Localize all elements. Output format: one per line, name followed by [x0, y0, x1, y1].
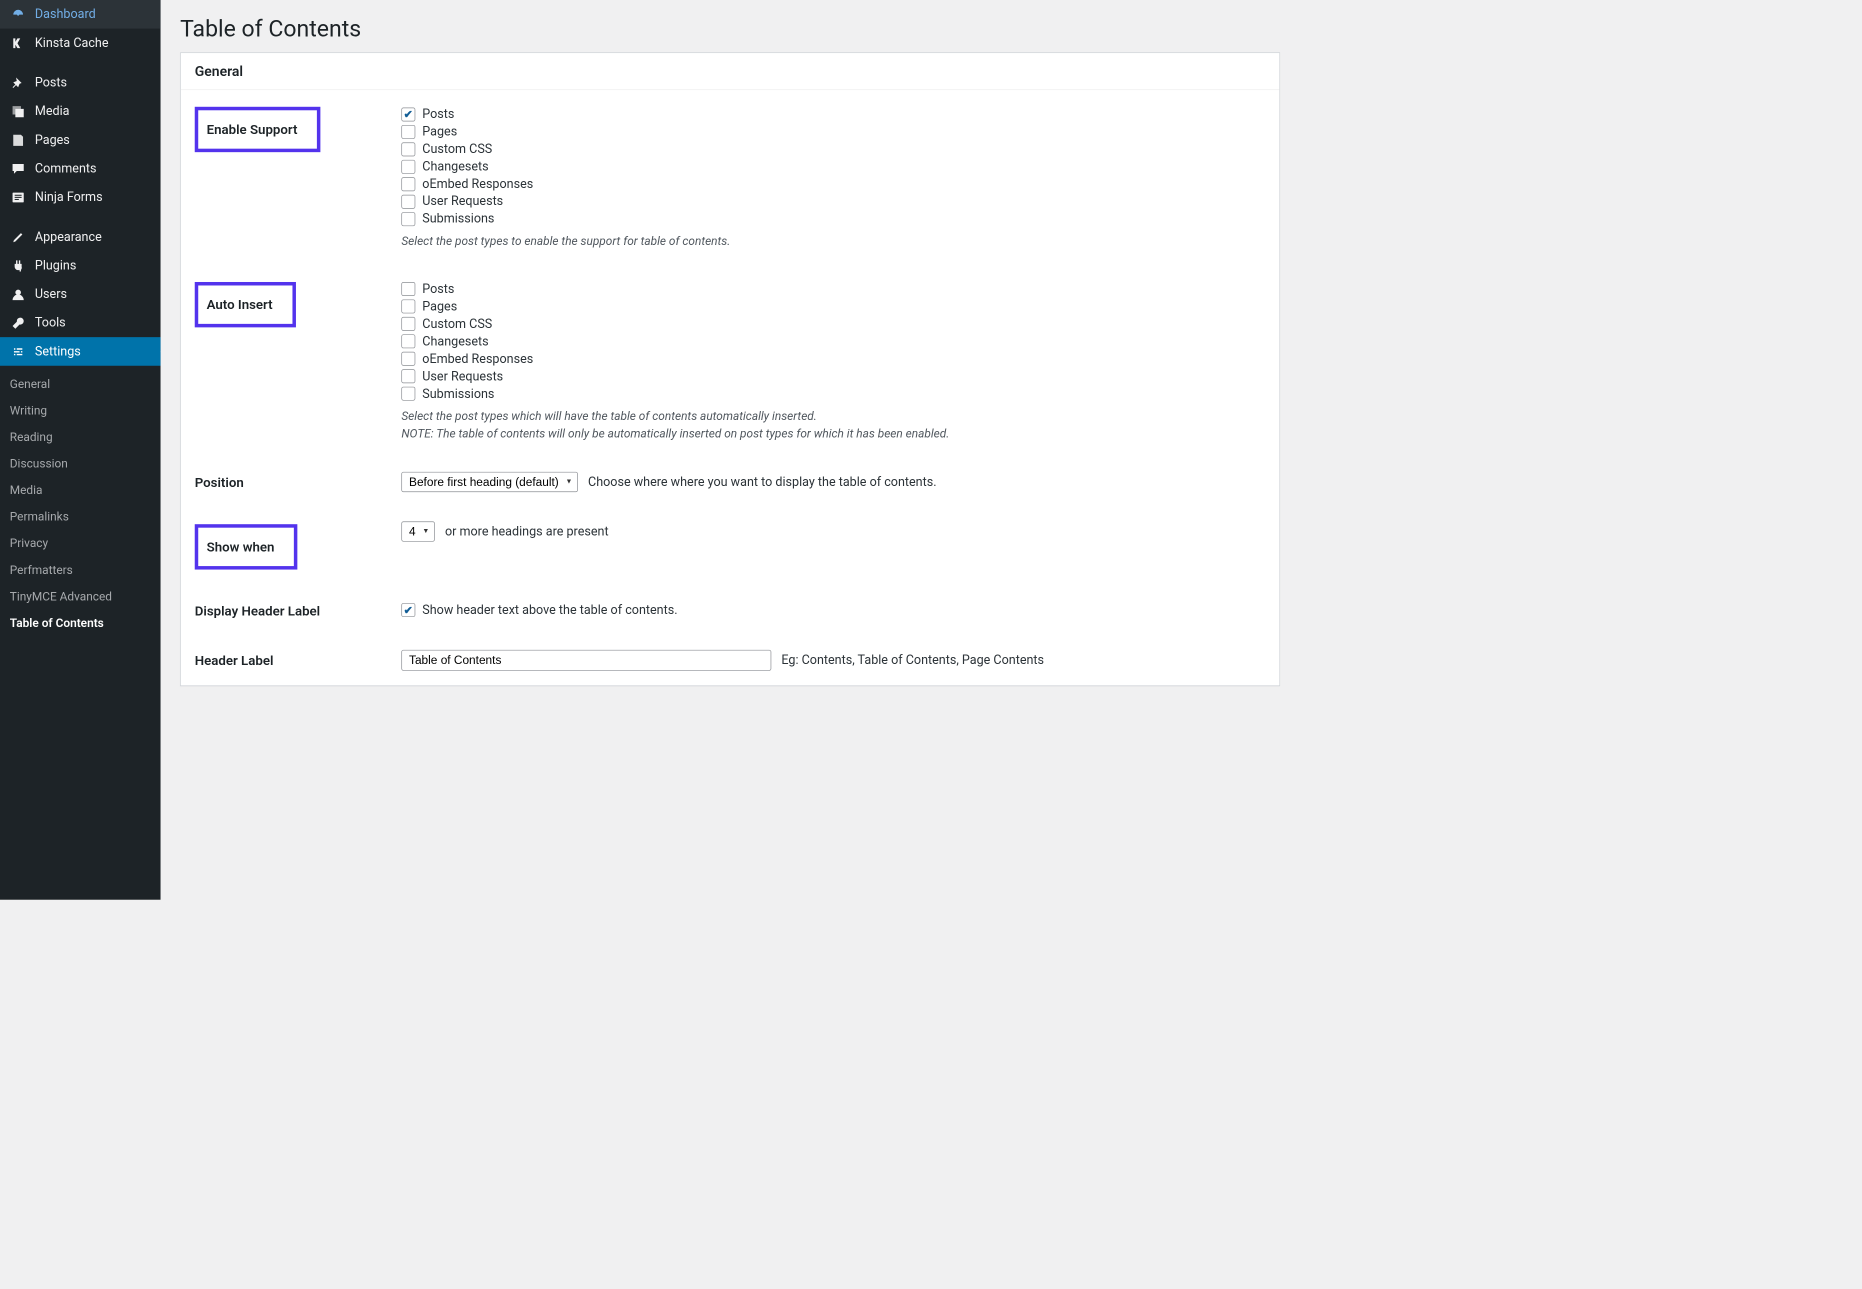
dashboard-icon: [10, 7, 27, 21]
plugins-icon: [10, 259, 27, 273]
auto-insert-checkbox-custom-css[interactable]: [401, 317, 415, 331]
enable-support-label-changesets: Changesets: [422, 159, 488, 174]
auto-insert-label: Auto Insert: [195, 282, 296, 327]
auto-insert-label-pages: Pages: [422, 299, 457, 314]
auto-insert-label-posts: Posts: [422, 282, 454, 297]
nav-item-kinsta-cache[interactable]: Kinsta Cache: [0, 29, 161, 58]
show-when-label: Show when: [195, 524, 298, 569]
auto-insert-label-oembed-responses: oEmbed Responses: [422, 351, 533, 366]
admin-sidebar: DashboardKinsta CachePostsMediaPagesComm…: [0, 0, 161, 900]
display-header-label-label: Display Header Label: [195, 603, 320, 619]
auto-insert-checkbox-changesets[interactable]: [401, 334, 415, 348]
auto-insert-label-custom-css: Custom CSS: [422, 317, 492, 332]
enable-support-label-user-requests: User Requests: [422, 194, 503, 209]
nav-item-plugins[interactable]: Plugins: [0, 251, 161, 280]
sub-item-writing[interactable]: Writing: [0, 398, 161, 425]
enable-support-label: Enable Support: [195, 107, 321, 152]
nav-item-tools[interactable]: Tools: [0, 309, 161, 338]
users-icon: [10, 287, 27, 301]
position-hint: Choose where where you want to display t…: [588, 474, 936, 489]
enable-support-label-posts: Posts: [422, 107, 454, 122]
auto-insert-checkbox-oembed-responses[interactable]: [401, 352, 415, 366]
sub-item-tinymce-advanced[interactable]: TinyMCE Advanced: [0, 584, 161, 611]
forms-icon: [10, 190, 27, 204]
sub-item-general[interactable]: General: [0, 371, 161, 398]
main-content: Table of Contents General Enable Support…: [161, 0, 1300, 900]
nav-item-ninja-forms[interactable]: Ninja Forms: [0, 183, 161, 212]
sub-item-privacy[interactable]: Privacy: [0, 530, 161, 557]
enable-support-checkbox-oembed-responses[interactable]: [401, 177, 415, 191]
auto-insert-checkbox-posts[interactable]: [401, 282, 415, 296]
enable-support-checkbox-user-requests[interactable]: [401, 194, 415, 208]
enable-support-checkbox-custom-css[interactable]: [401, 142, 415, 156]
comments-icon: [10, 162, 27, 176]
auto-insert-label-user-requests: User Requests: [422, 369, 503, 384]
position-label: Position: [195, 474, 244, 490]
settings-panel: General Enable Support Posts Pages Custom …: [180, 52, 1280, 685]
nav-item-pages[interactable]: Pages: [0, 126, 161, 155]
display-header-text: Show header text above the table of cont…: [422, 603, 677, 618]
header-label-eg: Eg: Contents, Table of Contents, Page Co…: [781, 652, 1044, 667]
auto-insert-desc: Select the post types which will have th…: [401, 408, 1268, 444]
enable-support-checkbox-posts[interactable]: [401, 107, 415, 121]
auto-insert-label-changesets: Changesets: [422, 334, 488, 349]
sub-item-reading[interactable]: Reading: [0, 424, 161, 451]
nav-item-appearance[interactable]: Appearance: [0, 223, 161, 252]
nav-item-media[interactable]: Media: [0, 97, 161, 126]
enable-support-checkbox-pages[interactable]: [401, 125, 415, 139]
position-select[interactable]: Before first heading (default): [401, 471, 578, 491]
enable-support-desc: Select the post types to enable the supp…: [401, 233, 1268, 251]
nav-item-settings[interactable]: Settings: [0, 337, 161, 366]
page-title: Table of Contents: [180, 0, 1280, 52]
enable-support-label-oembed-responses: oEmbed Responses: [422, 177, 533, 192]
enable-support-label-submissions: Submissions: [422, 211, 494, 226]
sub-item-table-of-contents[interactable]: Table of Contents: [0, 610, 161, 637]
auto-insert-checkbox-pages[interactable]: [401, 299, 415, 313]
auto-insert-checkbox-submissions[interactable]: [401, 387, 415, 401]
settings-icon: [10, 344, 27, 358]
sub-item-perfmatters[interactable]: Perfmatters: [0, 557, 161, 584]
pin-icon: [10, 76, 27, 90]
pages-icon: [10, 133, 27, 147]
header-label-input[interactable]: [401, 649, 771, 670]
panel-heading: General: [181, 53, 1280, 90]
auto-insert-checkbox-user-requests[interactable]: [401, 369, 415, 383]
nav-item-comments[interactable]: Comments: [0, 154, 161, 183]
display-header-checkbox[interactable]: [401, 603, 415, 617]
enable-support-checkbox-changesets[interactable]: [401, 159, 415, 173]
enable-support-label-pages: Pages: [422, 124, 457, 139]
enable-support-checkbox-submissions[interactable]: [401, 212, 415, 226]
sub-item-media[interactable]: Media: [0, 477, 161, 504]
show-when-select[interactable]: 4: [401, 521, 435, 541]
appearance-icon: [10, 230, 27, 244]
nav-item-users[interactable]: Users: [0, 280, 161, 309]
media-icon: [10, 104, 27, 118]
kinsta-icon: [10, 36, 27, 50]
tools-icon: [10, 316, 27, 330]
sub-item-discussion[interactable]: Discussion: [0, 451, 161, 478]
auto-insert-label-submissions: Submissions: [422, 386, 494, 401]
nav-item-dashboard[interactable]: Dashboard: [0, 0, 161, 29]
sub-item-permalinks[interactable]: Permalinks: [0, 504, 161, 531]
header-label-label: Header Label: [195, 652, 274, 668]
show-when-suffix: or more headings are present: [445, 524, 609, 539]
nav-item-posts[interactable]: Posts: [0, 68, 161, 97]
enable-support-label-custom-css: Custom CSS: [422, 142, 492, 157]
